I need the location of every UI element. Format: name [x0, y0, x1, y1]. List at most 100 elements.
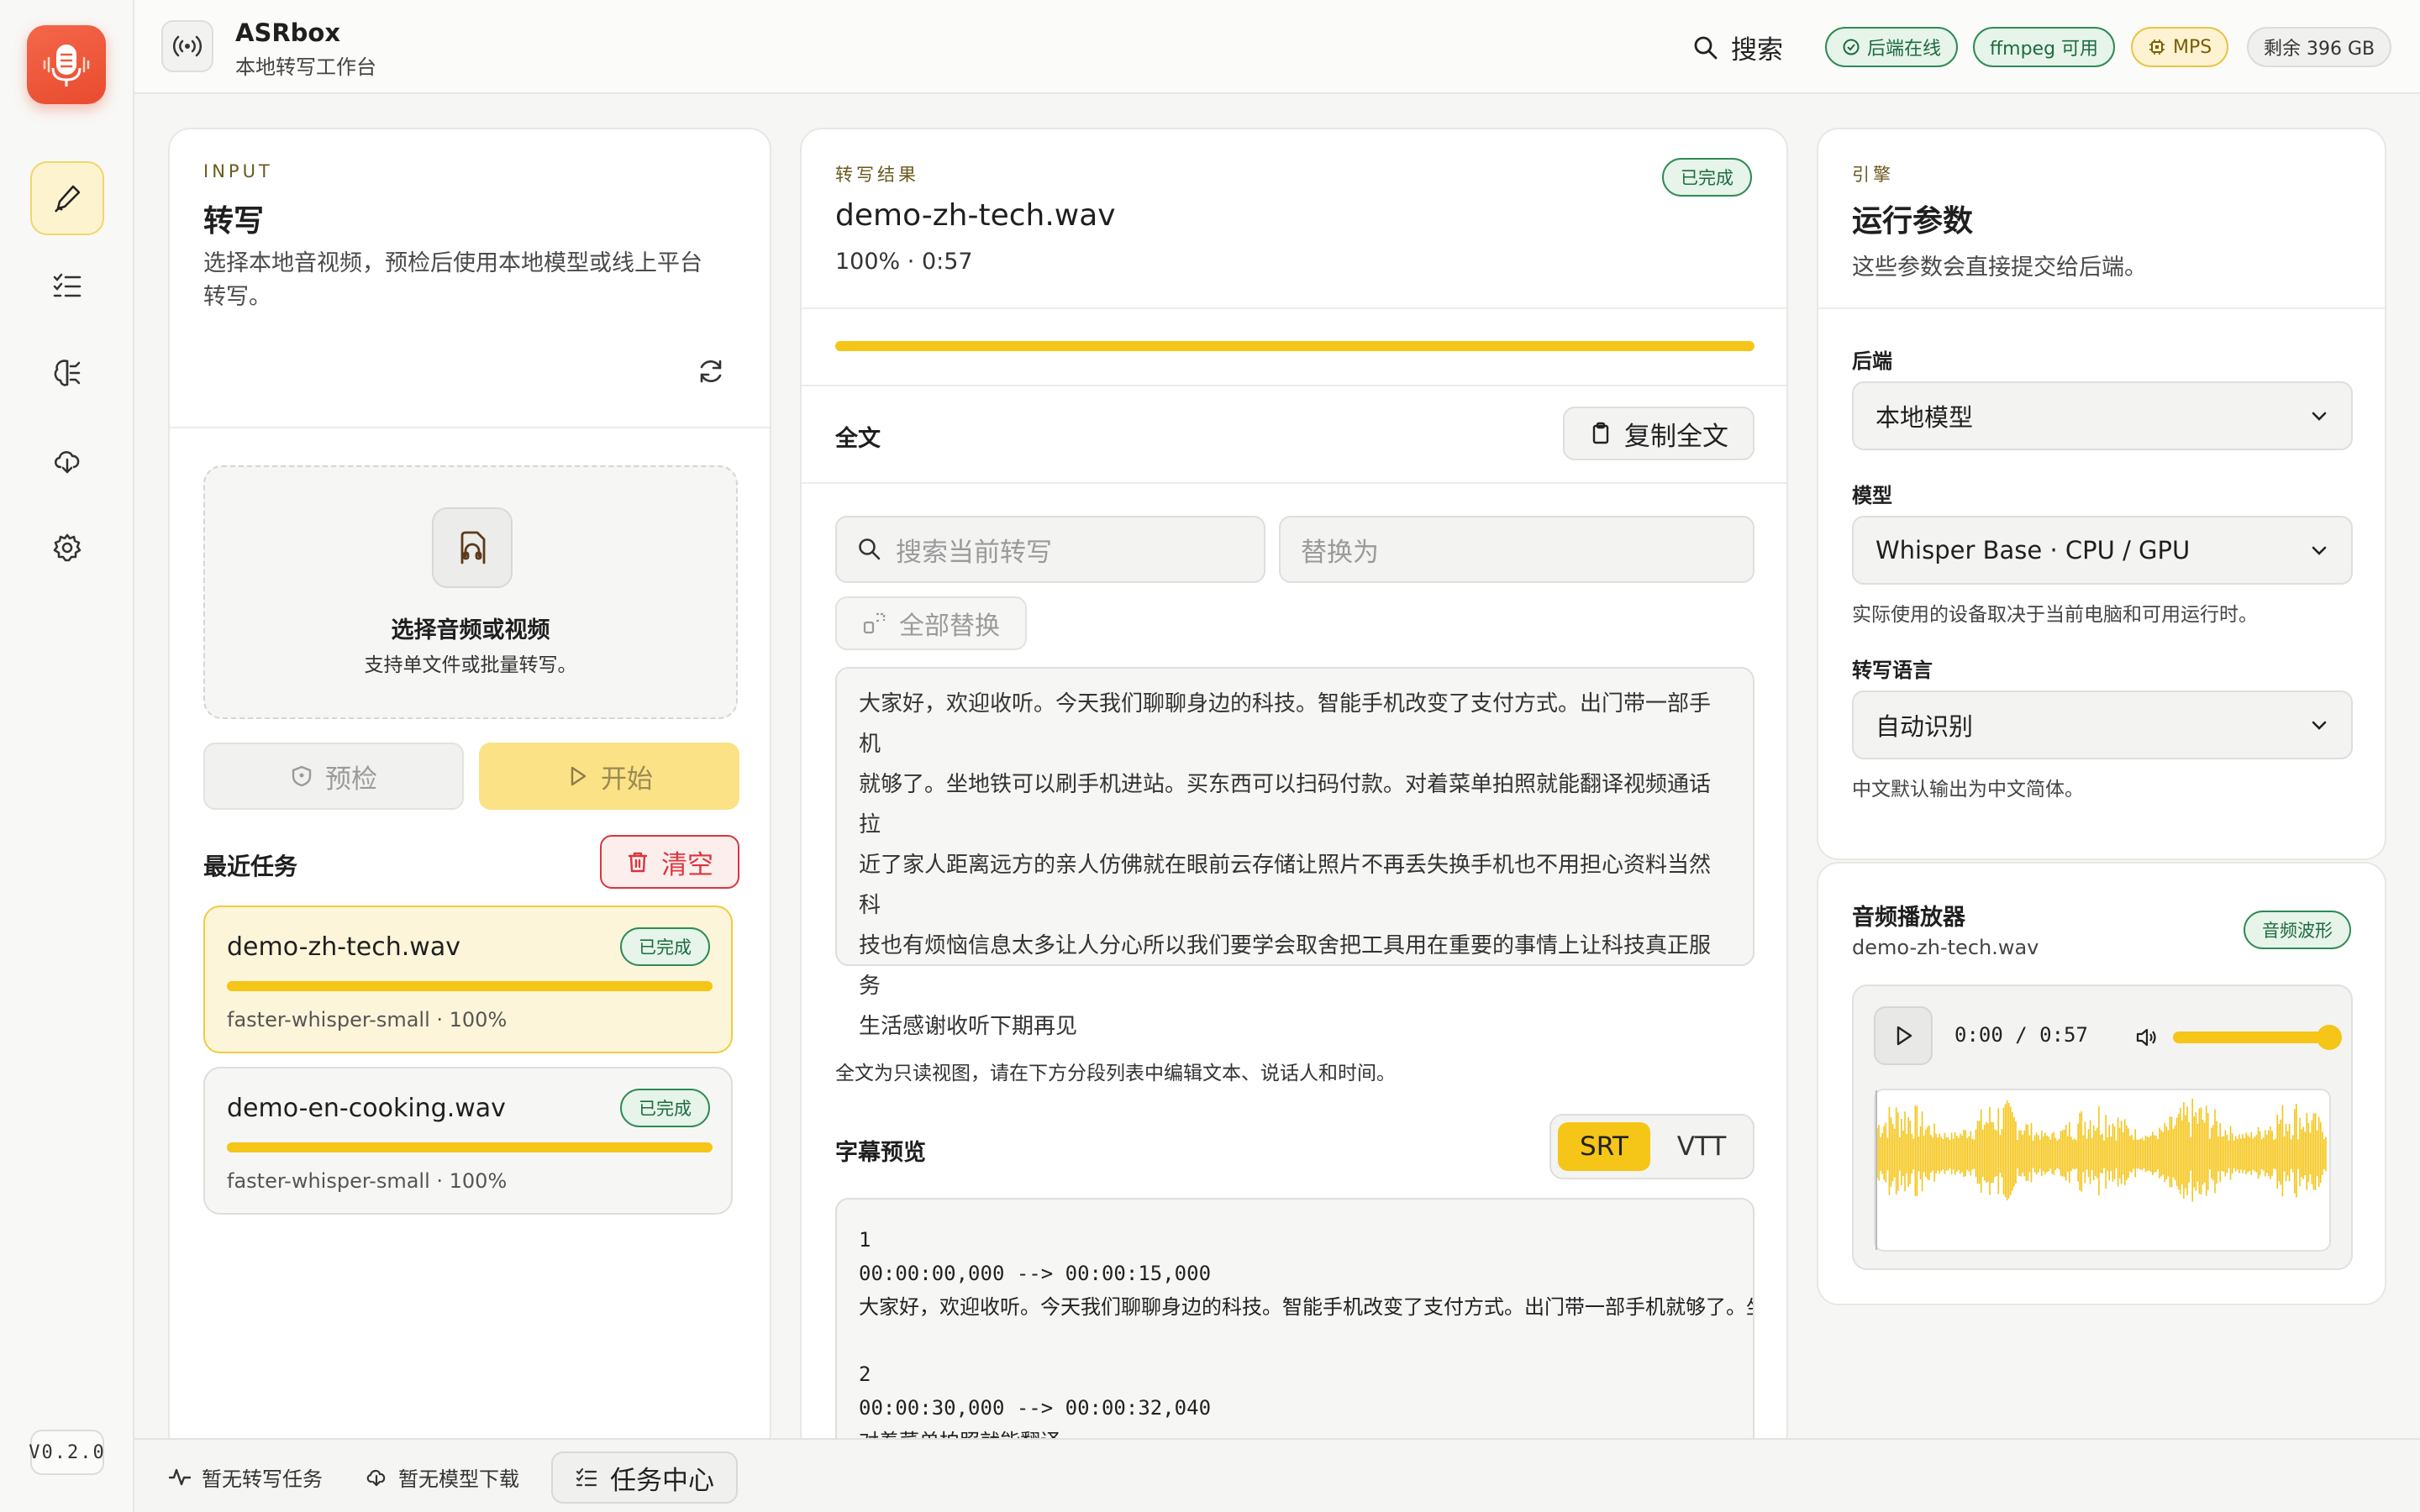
model-label: 模型	[1852, 484, 1892, 507]
backend-label: 后端	[1852, 349, 1892, 373]
nav-downloads[interactable]	[30, 423, 104, 497]
transcribe-status: 暂无转写任务	[168, 1440, 323, 1512]
backend-status-badge: 后端在线	[1825, 27, 1959, 67]
chip-icon	[2149, 39, 2165, 55]
checklist-icon	[53, 273, 82, 297]
play-button[interactable]	[1874, 1006, 1933, 1065]
input-panel: INPUT 转写 选择本地音视频，预检后使用本地模型或线上平台转写。 选择音频或…	[168, 128, 771, 1455]
device-status-badge: MPS	[2131, 27, 2229, 67]
audio-file-icon	[432, 507, 513, 588]
audio-player-panel: 音频播放器 demo-zh-tech.wav 音频波形 0:00 / 0:57	[1817, 862, 2386, 1305]
language-select[interactable]: 自动识别	[1852, 690, 2353, 759]
fulltext-note: 全文为只读视图，请在下方分段列表中编辑文本、说话人和时间。	[835, 1063, 1396, 1084]
task-status-badge: 已完成	[620, 1089, 710, 1127]
play-icon	[571, 766, 587, 786]
clipboard-icon	[1592, 422, 1609, 444]
dropzone-title: 选择音频或视频	[391, 617, 550, 643]
format-srt-tab[interactable]: SRT	[1558, 1122, 1650, 1171]
gear-icon	[53, 533, 82, 562]
backend-select[interactable]: 本地模型	[1852, 381, 2353, 450]
result-panel: 转写结果 已完成 demo-zh-tech.wav 100% · 0:57 全文…	[800, 128, 1788, 1455]
activity-icon	[168, 1468, 192, 1486]
copy-fulltext-button[interactable]: 复制全文	[1563, 407, 1754, 460]
divider	[1818, 307, 2385, 309]
refresh-icon	[700, 360, 722, 383]
replace-icon	[863, 612, 886, 634]
volume-icon	[2136, 1028, 2156, 1047]
ffmpeg-status-badge: ffmpeg 可用	[1973, 27, 2116, 67]
volume-slider[interactable]	[2173, 1025, 2342, 1050]
shield-icon	[292, 765, 312, 787]
pen-icon	[54, 185, 81, 213]
subtitle-preview: 1 00:00:00,000 --> 00:00:15,000 大家好，欢迎收听。今…	[835, 1198, 1754, 1450]
task-status-badge: 已完成	[620, 927, 710, 966]
nav-models[interactable]	[30, 336, 104, 410]
language-label: 转写语言	[1852, 659, 1933, 682]
language-hint: 中文默认输出为中文简体。	[1852, 779, 2084, 801]
chevron-down-icon	[2312, 412, 2327, 421]
check-circle-icon	[1843, 39, 1860, 55]
task-center-button[interactable]: 任务中心	[551, 1452, 738, 1504]
dropzone-subtitle: 支持单文件或批量转写。	[364, 654, 577, 676]
top-bar: ASRbox 本地转写工作台 搜索 后端在线 ffmpeg 可用 MPS 剩余 …	[134, 0, 2420, 94]
divider	[170, 427, 770, 428]
sidebar: V0.2.0	[0, 0, 134, 1512]
volume-knob[interactable]	[2317, 1025, 2342, 1050]
volume-fill	[2173, 1032, 2329, 1043]
chevron-down-icon	[2312, 721, 2327, 730]
search-icon	[859, 538, 881, 560]
waveform-badge: 音频波形	[2244, 911, 2351, 949]
result-eyebrow: 转写结果	[835, 165, 919, 185]
engine-description: 这些参数会直接提交给后端。	[1852, 255, 2147, 281]
bottom-bar: 暂无转写任务 暂无模型下载 任务中心	[134, 1438, 2420, 1512]
play-icon	[1897, 1026, 1912, 1046]
task-progress-bar	[227, 1142, 713, 1152]
input-eyebrow: INPUT	[203, 161, 273, 181]
nav-settings[interactable]	[30, 511, 104, 585]
replace-input[interactable]: 替换为	[1279, 516, 1754, 583]
divider	[802, 482, 1786, 484]
replace-all-button[interactable]: 全部替换	[835, 596, 1027, 650]
search-label: 搜索	[1731, 35, 1783, 66]
waveform	[1874, 1089, 2331, 1252]
microphone-wave-icon	[43, 45, 90, 87]
start-button[interactable]: 开始	[479, 743, 739, 810]
model-select[interactable]: Whisper Base · CPU / GPU	[1852, 516, 2353, 585]
nav-tasks[interactable]	[30, 249, 104, 323]
task-card[interactable]: demo-en-cooking.wav 已完成 faster-whisper-s…	[203, 1067, 733, 1215]
app-logo	[27, 25, 106, 104]
result-progress-text: 100% · 0:57	[835, 249, 973, 275]
result-progress-bar	[835, 341, 1754, 351]
result-status-badge: 已完成	[1662, 158, 1752, 197]
cloud-download-icon	[55, 451, 80, 474]
app-title: ASRbox	[235, 18, 341, 47]
result-filename: demo-zh-tech.wav	[835, 198, 1116, 233]
engine-panel: 引擎 运行参数 这些参数会直接提交给后端。 后端 本地模型 模型 Whisper…	[1817, 128, 2386, 860]
model-hint: 实际使用的设备取决于当前电脑和可用运行时。	[1852, 604, 2258, 626]
global-search-button[interactable]: 搜索	[1692, 29, 1783, 66]
download-status: 暂无模型下载	[365, 1440, 519, 1512]
cloud-download-icon	[366, 1469, 386, 1487]
player-box: 0:00 / 0:57	[1852, 984, 2353, 1270]
format-vtt-tab[interactable]: VTT	[1655, 1122, 1748, 1171]
chevron-down-icon	[2312, 546, 2327, 555]
task-progress-bar	[227, 981, 713, 991]
fulltext-label: 全文	[835, 426, 881, 452]
transcript-search-input[interactable]: 搜索当前转写	[835, 516, 1265, 583]
waveform-graphic	[1876, 1090, 2327, 1250]
search-icon	[1694, 36, 1718, 59]
input-description: 选择本地音视频，预检后使用本地模型或线上平台转写。	[203, 250, 702, 310]
refresh-button[interactable]	[694, 354, 728, 388]
nav-transcribe[interactable]	[30, 161, 104, 235]
version-label: V0.2.0	[29, 1430, 104, 1475]
trash-icon	[628, 852, 648, 873]
task-card[interactable]: demo-zh-tech.wav 已完成 faster-whisper-smal…	[203, 906, 733, 1053]
subtitle-preview-label: 字幕预览	[835, 1140, 926, 1166]
divider	[802, 307, 1786, 309]
clear-tasks-button[interactable]: 清空	[600, 835, 739, 889]
file-dropzone[interactable]: 选择音频或视频 支持单文件或批量转写。	[203, 465, 738, 719]
precheck-button[interactable]: 预检	[203, 743, 464, 810]
divider	[802, 385, 1786, 386]
checklist-icon	[576, 1467, 597, 1487]
recent-tasks-title: 最近任务	[203, 853, 298, 880]
